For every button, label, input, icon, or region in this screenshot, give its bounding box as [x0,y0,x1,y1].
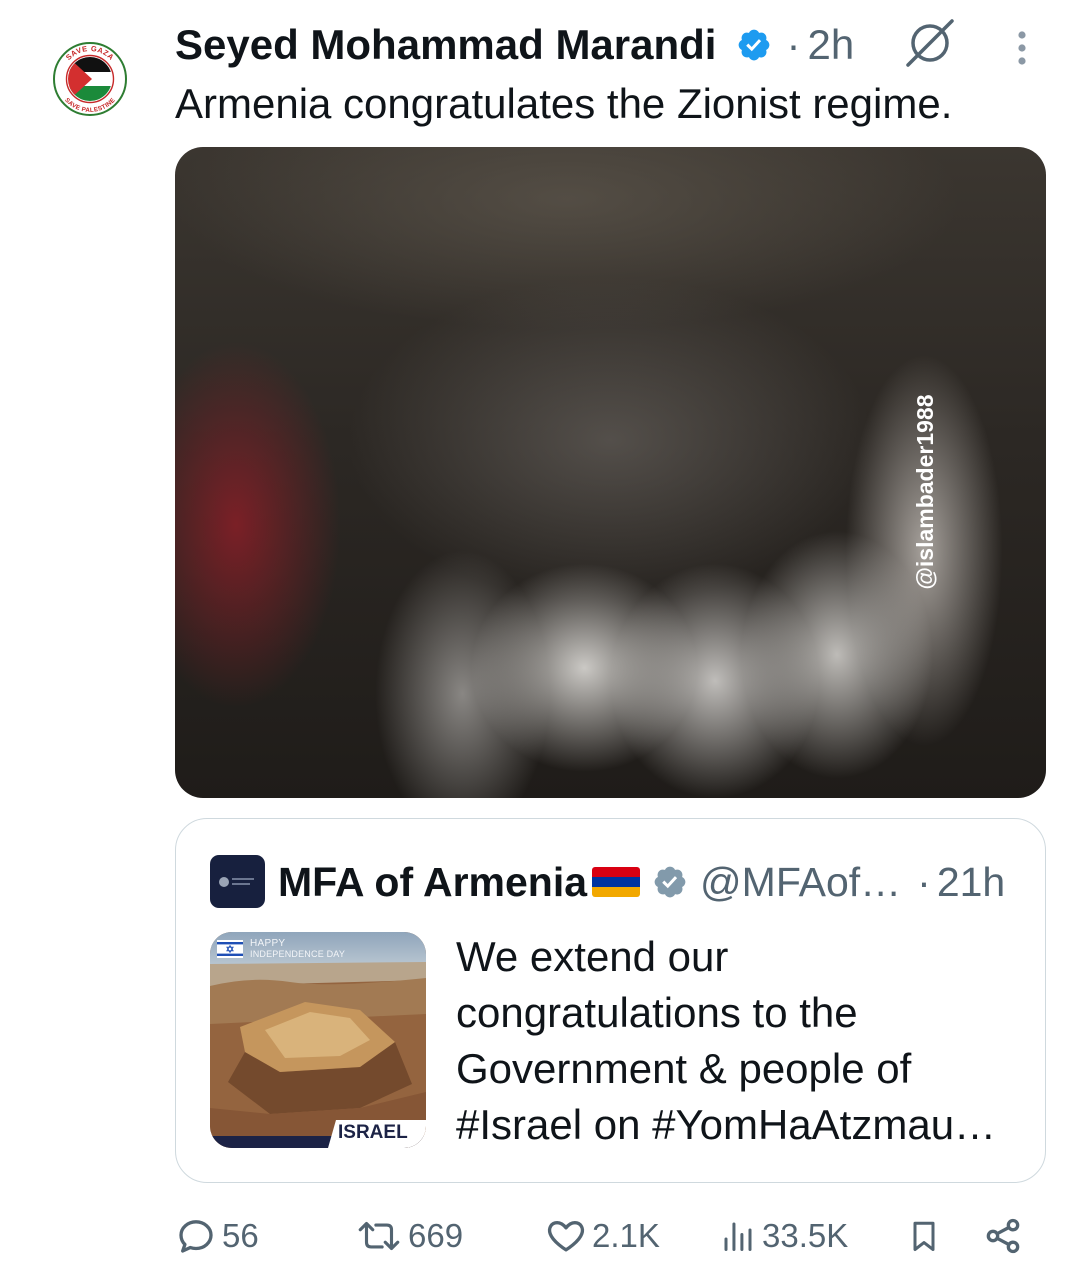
post-header: Seyed Mohammad Marandi · 2h [175,20,854,70]
more-vertical-icon[interactable] [1010,28,1034,68]
quoted-post-timestamp[interactable]: 21h [937,857,1005,907]
media-watermark: @islambader1988 [912,394,938,590]
palestine-flag-icon [68,57,112,101]
quoted-post-media[interactable]: HAPPY INDEPENDENCE DAY ISRAEL [210,932,426,1148]
quoted-post-text: We extend our congratulations to the Gov… [456,929,996,1153]
quoted-post[interactable]: MFA of Armenia @MFAof… · 21h HAPPY INDEP… [175,818,1046,1183]
quoted-author-handle[interactable]: @MFAof… [700,857,901,907]
share-button[interactable] [983,1214,1023,1258]
post-media-image[interactable]: @islambader1988 [175,147,1046,798]
like-button[interactable]: 2.1K [546,1214,660,1258]
thumbnail-label: ISRAEL [338,1122,408,1143]
armenia-flag-icon [592,867,641,897]
quoted-post-header: MFA of Armenia @MFAof… · 21h [278,857,1005,907]
reply-icon [179,1220,213,1253]
reply-button[interactable]: 56 [176,1214,259,1258]
author-avatar[interactable]: SAVE GAZA SAVE PALESTINE [52,41,128,117]
views-icon [724,1222,752,1251]
views-count: 33.5K [762,1217,849,1254]
quoted-meta-separator: · [917,859,931,905]
bookmark-icon [913,1221,935,1251]
author-name[interactable]: Seyed Mohammad Marandi [175,20,716,70]
like-count: 2.1K [592,1217,660,1254]
quoted-author-avatar[interactable] [210,855,265,908]
repost-button[interactable]: 669 [354,1214,463,1258]
grok-icon[interactable] [903,16,957,70]
repost-icon [358,1221,400,1251]
post-timestamp[interactable]: 2h [807,20,854,70]
reply-count: 56 [222,1217,259,1254]
post-text: Armenia congratulates the Zionist regime… [175,80,953,127]
quoted-text-line: We extend our [456,933,729,980]
mfa-logo-icon [210,855,265,908]
thumbnail-banner-line2: INDEPENDENCE DAY [250,949,346,959]
bookmark-button[interactable] [906,1214,942,1258]
government-badge-icon[interactable] [652,864,688,900]
quoted-text-line: Government & people of [456,1045,912,1092]
israel-flag-icon [217,940,243,958]
views-button[interactable]: 33.5K [720,1214,848,1258]
quoted-text-line: #Israel on #YomHaAtzmau… [456,1101,997,1148]
heart-icon [547,1221,585,1252]
quoted-text-line: congratulations to the [456,989,858,1036]
quoted-author-name[interactable]: MFA of Armenia [278,857,587,907]
aerial-landscape-image [210,932,426,1148]
verified-badge-icon[interactable] [736,27,772,63]
meta-separator: · [786,21,801,68]
repost-count: 669 [408,1217,464,1254]
share-icon [986,1218,1020,1254]
thumbnail-banner-line1: HAPPY [250,938,286,949]
